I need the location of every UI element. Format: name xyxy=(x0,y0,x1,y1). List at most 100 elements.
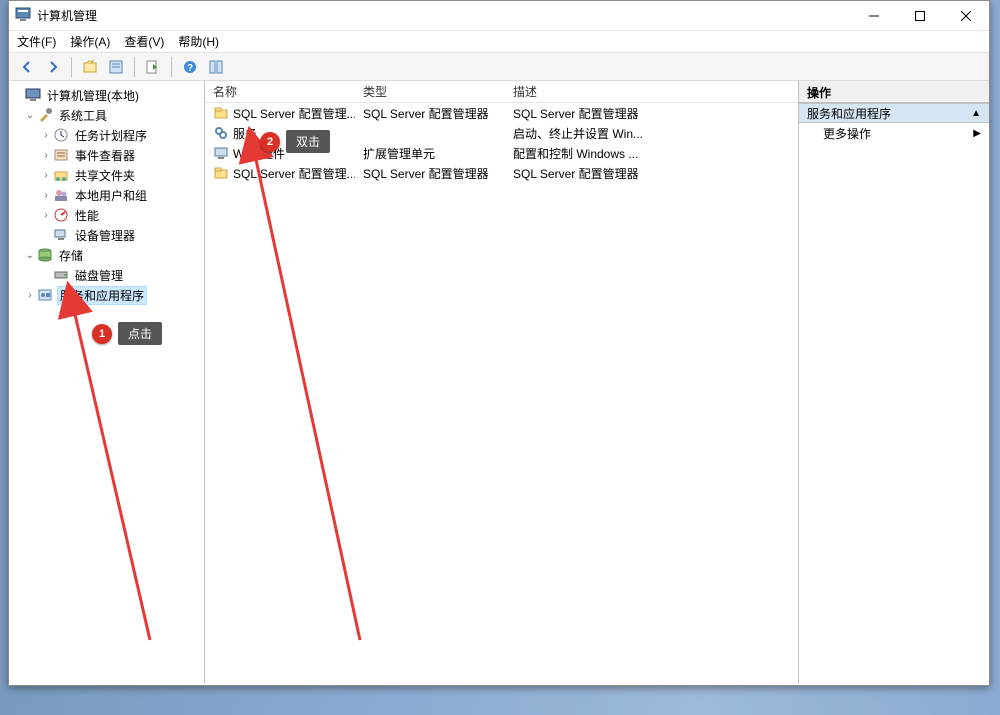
disk-icon xyxy=(53,267,69,283)
up-button[interactable] xyxy=(78,56,102,78)
tree-label: 存储 xyxy=(57,247,85,264)
list-panel: 名称 类型 描述 SQL Server 配置管理...SQL Server 配置… xyxy=(205,81,799,683)
window-title: 计算机管理 xyxy=(37,7,97,24)
actions-category-label: 服务和应用程序 xyxy=(807,105,891,122)
tree-label: 性能 xyxy=(73,207,101,224)
clock-icon xyxy=(53,127,69,143)
tree-storage[interactable]: ⌄ 存储 xyxy=(9,245,204,265)
storage-icon xyxy=(37,247,53,263)
toolbar: ? xyxy=(9,53,989,81)
help-button[interactable]: ? xyxy=(178,56,202,78)
maximize-button[interactable] xyxy=(897,1,943,31)
cell-name: 服务 xyxy=(205,125,355,142)
separator xyxy=(71,57,72,77)
actions-panel: 操作 服务和应用程序 ▲ 更多操作 ▶ xyxy=(799,81,989,683)
tree-services-apps[interactable]: › 服务和应用程序 xyxy=(9,285,204,305)
cell-name: WMI 控件 xyxy=(205,145,355,162)
tree-label: 服务和应用程序 xyxy=(57,286,147,305)
tree-disk-management[interactable]: 磁盘管理 xyxy=(9,265,204,285)
actions-more[interactable]: 更多操作 ▶ xyxy=(799,123,989,143)
tree-label: 本地用户和组 xyxy=(73,187,149,204)
window-controls xyxy=(851,1,989,31)
expand-icon[interactable]: › xyxy=(39,210,53,221)
tree-label: 设备管理器 xyxy=(73,227,137,244)
forward-button[interactable] xyxy=(41,56,65,78)
tree-shared-folders[interactable]: › 共享文件夹 xyxy=(9,165,204,185)
menu-action[interactable]: 操作(A) xyxy=(70,33,110,50)
expand-icon[interactable]: › xyxy=(39,190,53,201)
cell-type: SQL Server 配置管理器 xyxy=(355,165,505,182)
performance-icon xyxy=(53,207,69,223)
actions-header: 操作 xyxy=(799,81,989,103)
tree-label: 磁盘管理 xyxy=(73,267,125,284)
tree-device-manager[interactable]: 设备管理器 xyxy=(9,225,204,245)
tools-icon xyxy=(37,107,53,123)
tree-event-viewer[interactable]: › 事件查看器 xyxy=(9,145,204,165)
cell-desc: 启动、终止并设置 Win... xyxy=(505,125,798,142)
tree-label: 任务计划程序 xyxy=(73,127,149,144)
back-button[interactable] xyxy=(15,56,39,78)
tree-root-label: 计算机管理(本地) xyxy=(45,87,141,104)
properties-button[interactable] xyxy=(104,56,128,78)
services-apps-icon xyxy=(37,287,53,303)
tree-system-tools[interactable]: ⌄ 系统工具 xyxy=(9,105,204,125)
col-desc[interactable]: 描述 xyxy=(505,83,798,100)
close-button[interactable] xyxy=(943,1,989,31)
row-icon xyxy=(213,145,229,161)
computer-icon xyxy=(25,87,41,103)
cell-name: SQL Server 配置管理... xyxy=(205,165,355,182)
col-name[interactable]: 名称 xyxy=(205,83,355,100)
expand-icon[interactable]: › xyxy=(23,290,37,301)
tree-label: 事件查看器 xyxy=(73,147,137,164)
body: 计算机管理(本地) ⌄ 系统工具 › 任务计划程序 › 事件查看器 › 共享文件… xyxy=(9,81,989,683)
export-button[interactable] xyxy=(141,56,165,78)
event-icon xyxy=(53,147,69,163)
list-row[interactable]: SQL Server 配置管理...SQL Server 配置管理器SQL Se… xyxy=(205,163,798,183)
submenu-arrow-icon: ▶ xyxy=(973,128,981,139)
list-header: 名称 类型 描述 xyxy=(205,81,798,103)
collapse-icon[interactable]: ⌄ xyxy=(23,250,37,261)
list-view[interactable]: 名称 类型 描述 SQL Server 配置管理...SQL Server 配置… xyxy=(205,81,798,683)
svg-text:?: ? xyxy=(187,63,193,74)
actions-more-label: 更多操作 xyxy=(823,125,871,142)
menubar: 文件(F) 操作(A) 查看(V) 帮助(H) xyxy=(9,31,989,53)
cell-name: SQL Server 配置管理... xyxy=(205,105,355,122)
separator xyxy=(134,57,135,77)
device-icon xyxy=(53,227,69,243)
show-hide-button[interactable] xyxy=(204,56,228,78)
cell-type: SQL Server 配置管理器 xyxy=(355,105,505,122)
col-type[interactable]: 类型 xyxy=(355,83,505,100)
expand-icon[interactable]: › xyxy=(39,130,53,141)
app-icon xyxy=(15,6,31,25)
expand-icon[interactable]: › xyxy=(39,150,53,161)
row-icon xyxy=(213,125,229,141)
menu-file[interactable]: 文件(F) xyxy=(17,33,56,50)
cell-type: 扩展管理单元 xyxy=(355,145,505,162)
collapse-arrow-icon: ▲ xyxy=(971,108,981,119)
tree-task-scheduler[interactable]: › 任务计划程序 xyxy=(9,125,204,145)
tree-label: 共享文件夹 xyxy=(73,167,137,184)
expand-icon[interactable]: › xyxy=(39,170,53,181)
window: 计算机管理 文件(F) 操作(A) 查看(V) 帮助(H) ? 计算机管理(本地 xyxy=(8,0,990,686)
tree-performance[interactable]: › 性能 xyxy=(9,205,204,225)
separator xyxy=(171,57,172,77)
row-icon xyxy=(213,165,229,181)
minimize-button[interactable] xyxy=(851,1,897,31)
tree-label: 系统工具 xyxy=(57,107,109,124)
list-row[interactable]: WMI 控件扩展管理单元配置和控制 Windows ... xyxy=(205,143,798,163)
list-row[interactable]: 服务 启动、终止并设置 Win... xyxy=(205,123,798,143)
menu-view[interactable]: 查看(V) xyxy=(124,33,164,50)
list-row[interactable]: SQL Server 配置管理...SQL Server 配置管理器SQL Se… xyxy=(205,103,798,123)
menu-help[interactable]: 帮助(H) xyxy=(178,33,219,50)
cell-desc: SQL Server 配置管理器 xyxy=(505,105,798,122)
users-icon xyxy=(53,187,69,203)
titlebar: 计算机管理 xyxy=(9,1,989,31)
tree-panel[interactable]: 计算机管理(本地) ⌄ 系统工具 › 任务计划程序 › 事件查看器 › 共享文件… xyxy=(9,81,205,683)
row-icon xyxy=(213,105,229,121)
actions-category[interactable]: 服务和应用程序 ▲ xyxy=(799,103,989,123)
tree-local-users[interactable]: › 本地用户和组 xyxy=(9,185,204,205)
collapse-icon[interactable]: ⌄ xyxy=(23,110,37,121)
cell-desc: SQL Server 配置管理器 xyxy=(505,165,798,182)
tree-root[interactable]: 计算机管理(本地) xyxy=(9,85,204,105)
shared-folder-icon xyxy=(53,167,69,183)
